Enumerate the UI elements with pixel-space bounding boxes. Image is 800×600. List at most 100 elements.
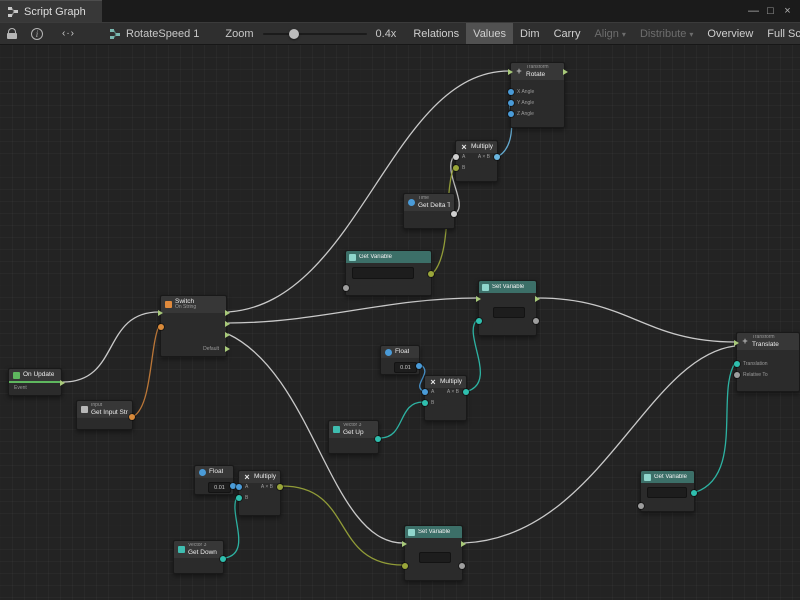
value-port[interactable] bbox=[277, 484, 283, 490]
value-port[interactable] bbox=[422, 400, 428, 406]
toolbar-button-distribute[interactable]: Distribute▾ bbox=[633, 23, 700, 44]
value-port[interactable] bbox=[734, 361, 740, 367]
value-port[interactable] bbox=[428, 271, 434, 277]
value-port[interactable] bbox=[638, 503, 644, 509]
flow-port[interactable] bbox=[158, 310, 163, 316]
value-port[interactable] bbox=[451, 211, 457, 217]
flow-port[interactable] bbox=[225, 332, 230, 338]
toolbar-button-align[interactable]: Align▾ bbox=[587, 23, 632, 44]
flow-port[interactable] bbox=[734, 340, 739, 346]
value-port[interactable] bbox=[343, 285, 349, 291]
node-float-upper[interactable]: Float0.01 bbox=[380, 345, 420, 375]
tab-title: Script Graph bbox=[24, 6, 86, 18]
flow-port[interactable] bbox=[476, 296, 481, 302]
title-bar: Script Graph —□× bbox=[0, 0, 800, 22]
node-on-update[interactable]: On UpdateEvent bbox=[8, 368, 62, 396]
value-port[interactable] bbox=[508, 111, 514, 117]
node-get-input-string[interactable]: InputGet Input Strin bbox=[76, 400, 133, 430]
graph-breadcrumb[interactable]: RotateSpeed 1 bbox=[109, 28, 199, 40]
value-port[interactable] bbox=[494, 154, 500, 160]
wire[interactable] bbox=[225, 497, 239, 558]
value-port[interactable] bbox=[375, 436, 381, 442]
value-port[interactable] bbox=[508, 89, 514, 95]
fit-icon: ‹·› bbox=[62, 28, 75, 39]
wire[interactable] bbox=[63, 312, 159, 382]
node-switch-on-string[interactable]: SwitchOn StringDefault bbox=[160, 295, 227, 357]
flow-port[interactable] bbox=[60, 380, 65, 386]
toolbar-button-values[interactable]: Values bbox=[466, 23, 513, 44]
wire[interactable] bbox=[134, 326, 159, 416]
node-set-variable-mid[interactable]: Set Variable bbox=[478, 280, 537, 336]
node-value-field[interactable] bbox=[493, 307, 525, 318]
flow-port[interactable] bbox=[225, 321, 230, 327]
flow-port[interactable] bbox=[461, 541, 466, 547]
node-set-variable-bottom[interactable]: Set Variable bbox=[404, 525, 463, 581]
node-value-field[interactable] bbox=[419, 552, 451, 563]
close-button[interactable]: × bbox=[779, 0, 796, 22]
wire[interactable] bbox=[538, 298, 735, 342]
node-value-field[interactable] bbox=[647, 487, 687, 498]
node-title: Rotate bbox=[526, 71, 549, 78]
value-port[interactable] bbox=[459, 563, 465, 569]
value-port[interactable] bbox=[691, 490, 697, 496]
value-port[interactable] bbox=[508, 100, 514, 106]
node-multiply-mid[interactable]: ×MultiplyABA × B bbox=[424, 375, 467, 421]
flow-port[interactable] bbox=[402, 541, 407, 547]
node-header: Set Variable bbox=[405, 526, 462, 538]
node-value-field[interactable] bbox=[352, 267, 414, 279]
zoom-to-fit-button[interactable]: ‹·› bbox=[50, 23, 87, 44]
flow-port[interactable] bbox=[535, 296, 540, 302]
wire[interactable] bbox=[380, 402, 423, 438]
toolbar-button-relations[interactable]: Relations bbox=[406, 23, 466, 44]
node-vector3-get-up[interactable]: Vector 3Get Up bbox=[328, 420, 379, 454]
node-multiply-low[interactable]: ×MultiplyABA × B bbox=[238, 470, 281, 516]
flow-port[interactable] bbox=[508, 69, 513, 75]
value-port[interactable] bbox=[236, 495, 242, 501]
wire[interactable] bbox=[282, 486, 403, 565]
graph-canvas[interactable]: On UpdateEvent InputGet Input Strin Switch… bbox=[0, 45, 800, 600]
node-get-delta-time[interactable]: TimeGet Delta Time bbox=[403, 193, 455, 229]
node-value-field[interactable]: 0.01 bbox=[208, 482, 231, 493]
toolbar-button-carry[interactable]: Carry bbox=[547, 23, 588, 44]
value-port[interactable] bbox=[533, 318, 539, 324]
flow-port[interactable] bbox=[225, 346, 230, 352]
value-port[interactable] bbox=[476, 318, 482, 324]
node-vector3-get-down[interactable]: Vector 3Get Down bbox=[173, 540, 224, 574]
node-header: SwitchOn String bbox=[161, 296, 226, 313]
minimize-button[interactable]: — bbox=[745, 0, 762, 22]
value-port[interactable] bbox=[129, 414, 135, 420]
value-port[interactable] bbox=[158, 324, 164, 330]
zoom-slider[interactable] bbox=[263, 33, 367, 35]
node-value-field[interactable]: 0.01 bbox=[394, 362, 417, 373]
port-label: A bbox=[245, 484, 248, 491]
flow-port[interactable] bbox=[563, 69, 568, 75]
value-port[interactable] bbox=[402, 563, 408, 569]
value-port[interactable] bbox=[422, 389, 428, 395]
node-float-lower[interactable]: Float0.01 bbox=[194, 465, 234, 495]
flow-port[interactable] bbox=[225, 310, 230, 316]
wire[interactable] bbox=[696, 363, 735, 492]
inspect-button[interactable]: i bbox=[24, 23, 50, 44]
value-port[interactable] bbox=[416, 363, 422, 369]
value-port[interactable] bbox=[220, 556, 226, 562]
maximize-button[interactable]: □ bbox=[762, 0, 779, 22]
node-rotate[interactable]: +TransformRotateX AngleY AngleZ Angle bbox=[510, 62, 565, 128]
value-port[interactable] bbox=[453, 165, 459, 171]
value-port[interactable] bbox=[734, 372, 740, 378]
node-get-variable-right[interactable]: Get Variable bbox=[640, 470, 695, 512]
toolbar-button-fullscreen[interactable]: Full Screen bbox=[760, 23, 800, 44]
value-port[interactable] bbox=[236, 484, 242, 490]
node-translate[interactable]: +TransformTranslateTranslationRelative T… bbox=[736, 332, 800, 392]
wire[interactable] bbox=[228, 298, 477, 323]
toolbar-button-overview[interactable]: Overview bbox=[700, 23, 760, 44]
zoom-slider-handle[interactable] bbox=[289, 29, 299, 39]
node-get-variable-top[interactable]: Get Variable bbox=[345, 250, 432, 296]
value-port[interactable] bbox=[453, 154, 459, 160]
wire[interactable] bbox=[464, 346, 735, 543]
tab-script-graph[interactable]: Script Graph bbox=[0, 0, 102, 22]
lock-button[interactable] bbox=[0, 23, 24, 44]
value-port[interactable] bbox=[463, 389, 469, 395]
node-title: Set Variable bbox=[418, 529, 450, 536]
toolbar-button-dim[interactable]: Dim bbox=[513, 23, 547, 44]
node-multiply-top[interactable]: ×MultiplyABA × B bbox=[455, 140, 498, 182]
